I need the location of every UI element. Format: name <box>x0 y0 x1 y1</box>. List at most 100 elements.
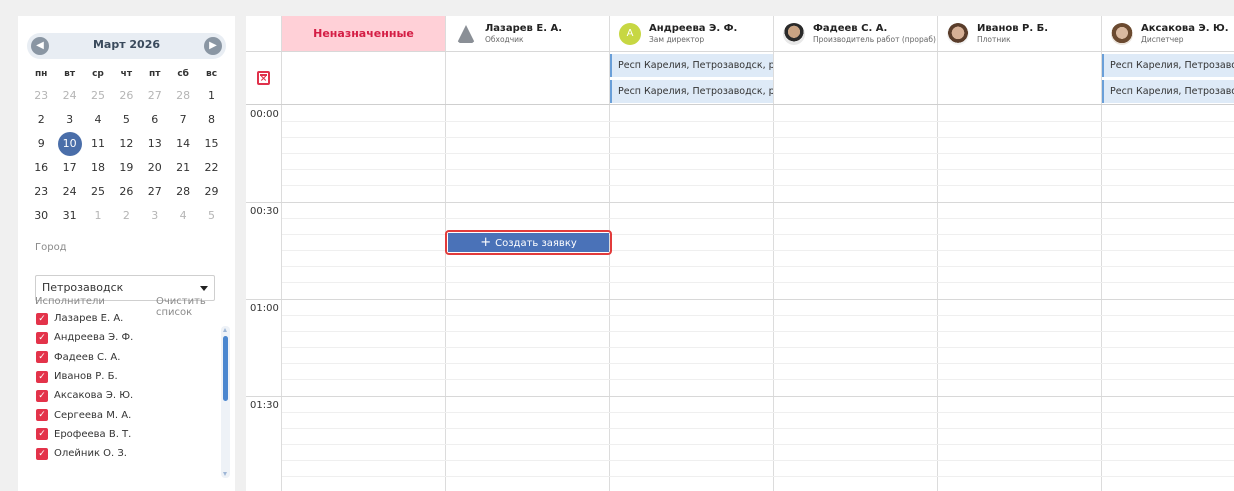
calendar-day[interactable]: 12 <box>112 132 140 156</box>
calendar-day[interactable]: 8 <box>197 108 225 132</box>
row-divider <box>246 396 1234 397</box>
slot-divider <box>282 331 1234 332</box>
executor-item[interactable]: ✓ Аксакова Э. Ю. <box>36 386 214 405</box>
executor-item[interactable]: ✓ Ерофеева В. Т. <box>36 425 214 444</box>
executor-name: Ерофеева В. Т. <box>54 428 132 440</box>
checkbox-checked-icon[interactable]: ✓ <box>36 331 48 344</box>
calendar-day[interactable]: 25 <box>84 180 112 204</box>
executor-item[interactable]: ✓ Андреева Э. Ф. <box>36 328 214 347</box>
weekday-label: пт <box>149 69 161 79</box>
calendar-day[interactable]: 19 <box>112 156 140 180</box>
avatar: A <box>619 22 641 45</box>
calendar-day[interactable]: 25 <box>84 84 112 108</box>
scroll-down-icon[interactable] <box>223 472 227 476</box>
slot-divider <box>282 218 1234 219</box>
unassigned-column-header[interactable]: Неназначенные <box>282 16 445 51</box>
calendar-day[interactable]: 2 <box>27 108 55 132</box>
scroll-up-icon[interactable] <box>223 328 227 332</box>
row-divider <box>246 299 1234 300</box>
task-card[interactable]: Респ Карелия, Петрозаводск, р-н <box>1102 54 1234 77</box>
calendar-day[interactable]: 24 <box>55 180 83 204</box>
create-request-button[interactable]: + Создать заявку <box>445 230 612 255</box>
calendar-day[interactable]: 6 <box>141 108 169 132</box>
task-card[interactable]: Респ Карелия, Петрозаводск, р-н <box>610 54 773 77</box>
slot-divider <box>282 412 1234 413</box>
slot-divider <box>282 347 1234 348</box>
calendar-x-icon[interactable] <box>257 71 270 85</box>
calendar-day[interactable]: 17 <box>55 156 83 180</box>
executor-name: Иванов Р. Б. <box>54 371 118 383</box>
checkbox-checked-icon[interactable]: ✓ <box>36 428 48 441</box>
calendar-day[interactable]: 3 <box>55 108 83 132</box>
person-column-header[interactable]: A Андреева Э. Ф. Зам директор <box>610 16 773 51</box>
person-name: Иванов Р. Б. <box>977 22 1049 34</box>
calendar-day[interactable]: 30 <box>27 204 55 228</box>
executor-item[interactable]: ✓ Иванов Р. Б. <box>36 367 214 386</box>
calendar-day[interactable]: 4 <box>169 204 197 228</box>
calendar-day[interactable]: 24 <box>55 84 83 108</box>
calendar-day[interactable]: 29 <box>197 180 225 204</box>
calendar-day[interactable]: 26 <box>112 180 140 204</box>
person-column-header[interactable]: Фадеев С. А. Производитель работ (прораб… <box>774 16 937 51</box>
calendar-day[interactable]: 27 <box>141 180 169 204</box>
weekday-label: вт <box>64 69 76 79</box>
calendar-day-selected[interactable]: 10 <box>55 132 83 156</box>
person-column-header[interactable]: Лазарев Е. А. Обходчик <box>446 16 609 51</box>
calendar-day[interactable]: 14 <box>169 132 197 156</box>
person-column-header[interactable]: Иванов Р. Б. Плотник <box>938 16 1101 51</box>
checkbox-checked-icon[interactable]: ✓ <box>36 409 48 422</box>
calendar-day[interactable]: 13 <box>141 132 169 156</box>
next-month-icon[interactable]: ▶ <box>204 37 222 55</box>
weekday-label: чт <box>120 69 133 79</box>
calendar-day[interactable]: 4 <box>84 108 112 132</box>
calendar-day[interactable]: 28 <box>169 180 197 204</box>
calendar-grid: пн вт ср чт пт сб вс 23 24 25 26 27 28 1… <box>27 64 226 228</box>
calendar-day[interactable]: 23 <box>27 180 55 204</box>
calendar-day[interactable]: 31 <box>55 204 83 228</box>
calendar-day[interactable]: 26 <box>112 84 140 108</box>
calendar-day[interactable]: 28 <box>169 84 197 108</box>
calendar-day[interactable]: 5 <box>112 108 140 132</box>
executors-scrollbar[interactable] <box>221 326 230 478</box>
slot-divider <box>282 153 1234 154</box>
calendar-day[interactable]: 20 <box>141 156 169 180</box>
calendar-day[interactable]: 27 <box>141 84 169 108</box>
calendar-day[interactable]: 9 <box>27 132 55 156</box>
person-name: Андреева Э. Ф. <box>649 22 738 34</box>
calendar-header: ◀ Март 2026 ▶ <box>27 33 226 59</box>
calendar-day[interactable]: 18 <box>84 156 112 180</box>
city-label: Город <box>35 242 67 253</box>
calendar-day[interactable]: 5 <box>197 204 225 228</box>
checkbox-checked-icon[interactable]: ✓ <box>36 389 48 402</box>
calendar-day[interactable]: 23 <box>27 84 55 108</box>
calendar-day[interactable]: 1 <box>197 84 225 108</box>
calendar-day[interactable]: 22 <box>197 156 225 180</box>
calendar-week: 16 17 18 19 20 21 22 <box>27 156 226 180</box>
executor-name: Сергеева М. А. <box>54 409 132 421</box>
calendar-day[interactable]: 11 <box>84 132 112 156</box>
avatar <box>1111 22 1133 45</box>
create-request-button-body[interactable]: + Создать заявку <box>448 233 609 252</box>
chevron-down-icon <box>200 286 208 291</box>
executor-item[interactable]: ✓ Лазарев Е. А. <box>36 309 214 328</box>
checkbox-checked-icon[interactable]: ✓ <box>36 312 48 325</box>
executor-item[interactable]: ✓ Олейник О. З. <box>36 444 214 463</box>
calendar-day[interactable]: 15 <box>197 132 225 156</box>
calendar-day[interactable]: 3 <box>141 204 169 228</box>
calendar-day[interactable]: 1 <box>84 204 112 228</box>
executor-item[interactable]: ✓ Сергеева М. А. <box>36 405 214 424</box>
slot-divider <box>282 444 1234 445</box>
executor-item[interactable]: ✓ Фадеев С. А. <box>36 348 214 367</box>
scrollbar-thumb[interactable] <box>223 336 228 401</box>
task-card[interactable]: Респ Карелия, Петрозаводск, р-н <box>610 80 773 103</box>
checkbox-checked-icon[interactable]: ✓ <box>36 370 48 383</box>
checkbox-checked-icon[interactable]: ✓ <box>36 351 48 364</box>
calendar-day[interactable]: 16 <box>27 156 55 180</box>
person-name: Аксакова Э. Ю. <box>1141 22 1229 34</box>
checkbox-checked-icon[interactable]: ✓ <box>36 447 48 460</box>
calendar-day[interactable]: 2 <box>112 204 140 228</box>
calendar-day[interactable]: 21 <box>169 156 197 180</box>
person-column-header[interactable]: Аксакова Э. Ю. Диспетчер <box>1102 16 1234 51</box>
task-card[interactable]: Респ Карелия, Петрозаводск, р-н <box>1102 80 1234 103</box>
calendar-day[interactable]: 7 <box>169 108 197 132</box>
